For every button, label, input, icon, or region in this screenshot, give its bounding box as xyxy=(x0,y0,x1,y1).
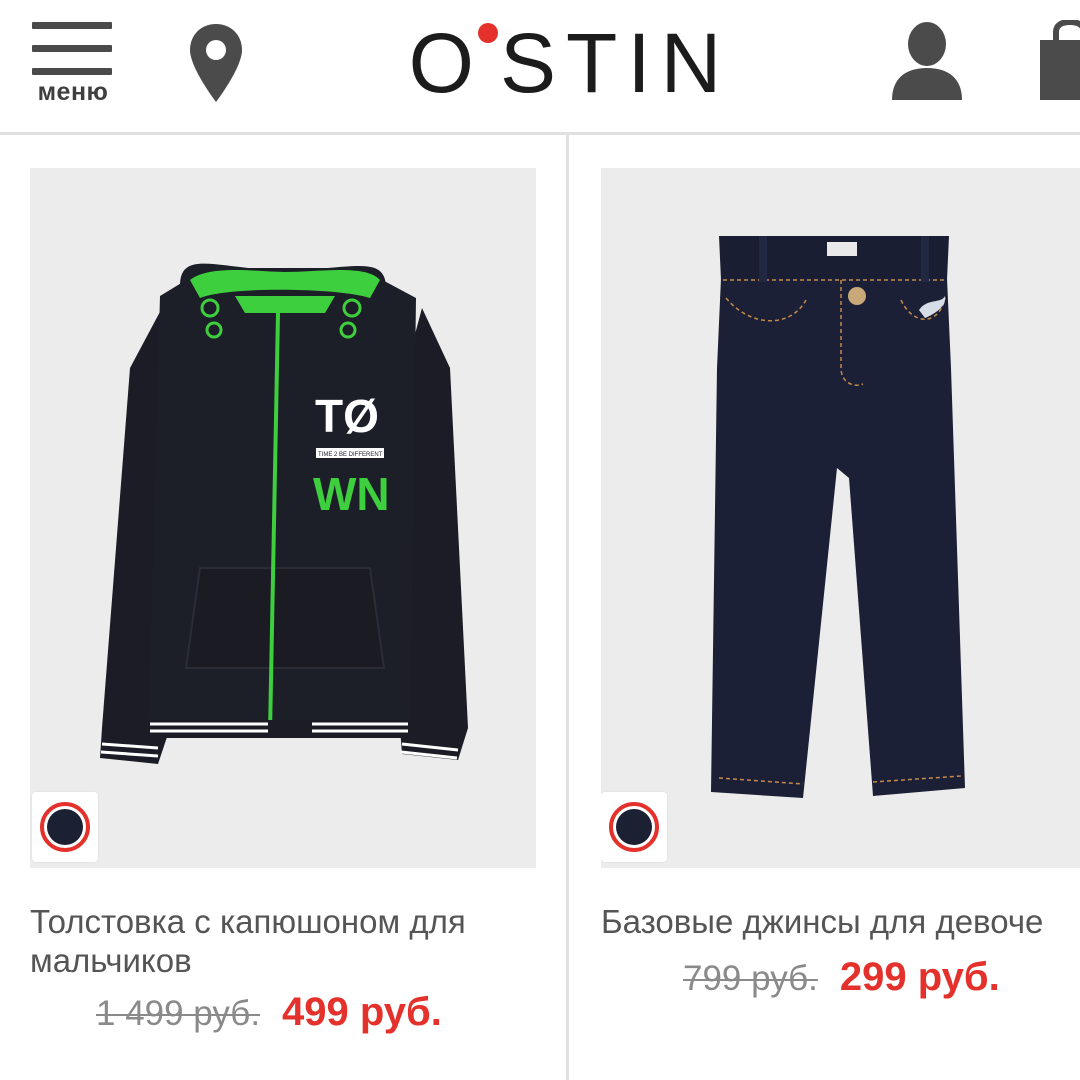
price-block: 1 499 руб. 499 руб. xyxy=(96,990,536,1035)
menu-label: меню xyxy=(37,78,109,106)
jeans-illustration xyxy=(711,236,965,798)
product-title[interactable]: Толстовка с капюшоном для мальчиков xyxy=(30,902,536,980)
product-title[interactable]: Базовые джинсы для девоче xyxy=(601,902,1080,941)
product-image[interactable]: TØ TIME 2 BE DIFFERENT WN xyxy=(30,168,536,868)
logo-text-right: STIN xyxy=(500,16,732,110)
logo-text-left: O xyxy=(408,16,484,110)
old-price: 799 руб. xyxy=(683,959,818,998)
sale-price: 299 руб. xyxy=(839,955,1000,999)
product-card[interactable]: Базовые джинсы для девоче 799 руб. 299 р… xyxy=(601,168,1080,1000)
product-card[interactable]: TØ TIME 2 BE DIFFERENT WN Толстовка с ка… xyxy=(30,168,536,1035)
column-divider xyxy=(566,135,569,1080)
header: меню O STIN xyxy=(0,0,1080,135)
print-tagline: TIME 2 BE DIFFERENT xyxy=(318,452,383,458)
print-line1: TØ xyxy=(315,390,379,442)
product-image[interactable] xyxy=(601,168,1080,868)
hoodie-illustration: TØ TIME 2 BE DIFFERENT WN xyxy=(100,263,468,764)
print-line2: WN xyxy=(313,468,390,520)
swatch-color xyxy=(47,809,83,845)
swatch-ring xyxy=(609,802,659,852)
old-price: 1 499 руб. xyxy=(96,994,261,1033)
location-pin-icon[interactable] xyxy=(188,22,244,104)
shopping-bag-icon[interactable] xyxy=(1038,18,1080,102)
swatch-color xyxy=(616,809,652,845)
swatch-ring xyxy=(40,802,90,852)
color-swatch[interactable] xyxy=(601,792,667,862)
account-icon[interactable] xyxy=(890,20,964,102)
sale-price: 499 руб. xyxy=(282,990,442,1034)
color-swatch[interactable] xyxy=(32,792,98,862)
menu-button[interactable]: меню xyxy=(30,18,116,110)
brand-logo[interactable]: O STIN xyxy=(400,18,740,108)
logo-dot xyxy=(478,23,498,43)
price-block: 799 руб. 299 руб. xyxy=(683,955,1080,1000)
